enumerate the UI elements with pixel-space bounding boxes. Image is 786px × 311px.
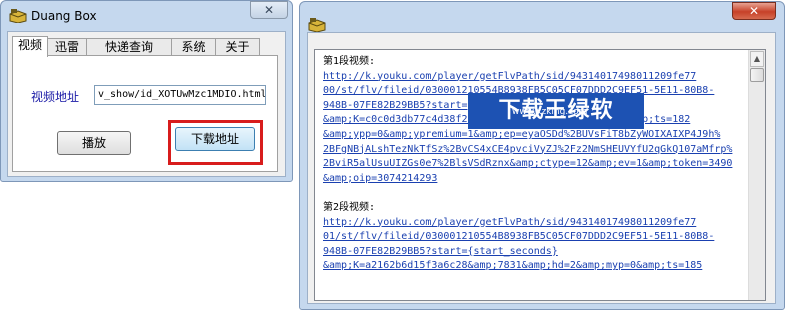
url-line[interactable]: http://k.youku.com/player/getFlvPath/sid…: [323, 216, 741, 231]
video-address-input[interactable]: v_show/id_XOTUwMzc1MDIO.html: [94, 85, 266, 105]
close-button[interactable]: ✕: [732, 2, 776, 20]
url-line[interactable]: &amp;K=a2162b6d15f3a6c28&amp;7831&amp;hd…: [323, 259, 741, 274]
tab-label: 视频: [17, 38, 42, 52]
tab-label: 快递查询: [104, 40, 153, 54]
tab-label: 迅雷: [54, 40, 79, 54]
address-textbox[interactable]: 第1段视频: http://k.youku.com/player/getFlvP…: [314, 49, 766, 301]
close-icon: ✕: [263, 3, 275, 17]
close-icon: ✕: [748, 4, 760, 18]
tab-system[interactable]: 系统: [171, 38, 216, 56]
tab-xunlei[interactable]: 迅雷: [47, 38, 87, 56]
address-text: 第1段视频: http://k.youku.com/player/getFlvP…: [323, 55, 741, 274]
result-client-area: 第1段视频: http://k.youku.com/player/getFlvP…: [307, 32, 776, 304]
scroll-thumb[interactable]: [750, 68, 764, 82]
tab-about[interactable]: 关于: [215, 38, 260, 56]
highlight-box: [168, 120, 263, 165]
tab-video[interactable]: 视频: [12, 36, 48, 57]
app-icon: [9, 9, 27, 23]
url-line[interactable]: http://k.youku.com/player/getFlvPath/sid…: [323, 70, 741, 85]
url-line[interactable]: 01/st/flv/fileid/030001210554B8938FB5C05…: [323, 230, 741, 245]
app-icon: [308, 18, 326, 32]
segment-title: 第2段视频:: [323, 201, 376, 213]
play-button[interactable]: 播放: [57, 131, 131, 155]
video-address-label: 视频地址: [31, 90, 80, 104]
url-line[interactable]: 2BviR5alUsuUIZGs0e7%2BlsVSdRznx&amp;ctyp…: [323, 157, 741, 172]
url-line[interactable]: 948B-07FE82B29BB5?start={start_seconds}: [323, 245, 741, 260]
vertical-scrollbar[interactable]: ▲: [748, 50, 765, 300]
url-line[interactable]: 2BFgNBjALshTezNkTfSz%2BvCS4xCE4pvciVyZJ%…: [323, 143, 741, 158]
title-bar: Duang Box ✕: [1, 1, 292, 31]
download-address-window: ✕ 第1段视频: http://k.youku.com/player/getFl…: [299, 1, 785, 310]
close-button[interactable]: ✕: [250, 1, 288, 19]
window-title: Duang Box: [31, 9, 97, 23]
scroll-up-arrow-icon[interactable]: ▲: [750, 51, 764, 67]
tab-label: 系统: [181, 40, 206, 54]
watermark-url: www.xzking.com: [512, 107, 588, 117]
url-line[interactable]: &amp;oip=3074214293: [323, 172, 741, 187]
url-line[interactable]: &amp;ypp=0&amp;ypremium=1&amp;ep=eyaOSDd…: [323, 128, 741, 143]
segment-title: 第1段视频:: [323, 56, 376, 67]
tab-express[interactable]: 快递查询: [86, 38, 172, 56]
duang-box-window: Duang Box ✕ 视频 迅雷 快递查询 系统 关于 视频地址 v_show…: [0, 0, 293, 182]
tab-label: 关于: [225, 40, 250, 54]
